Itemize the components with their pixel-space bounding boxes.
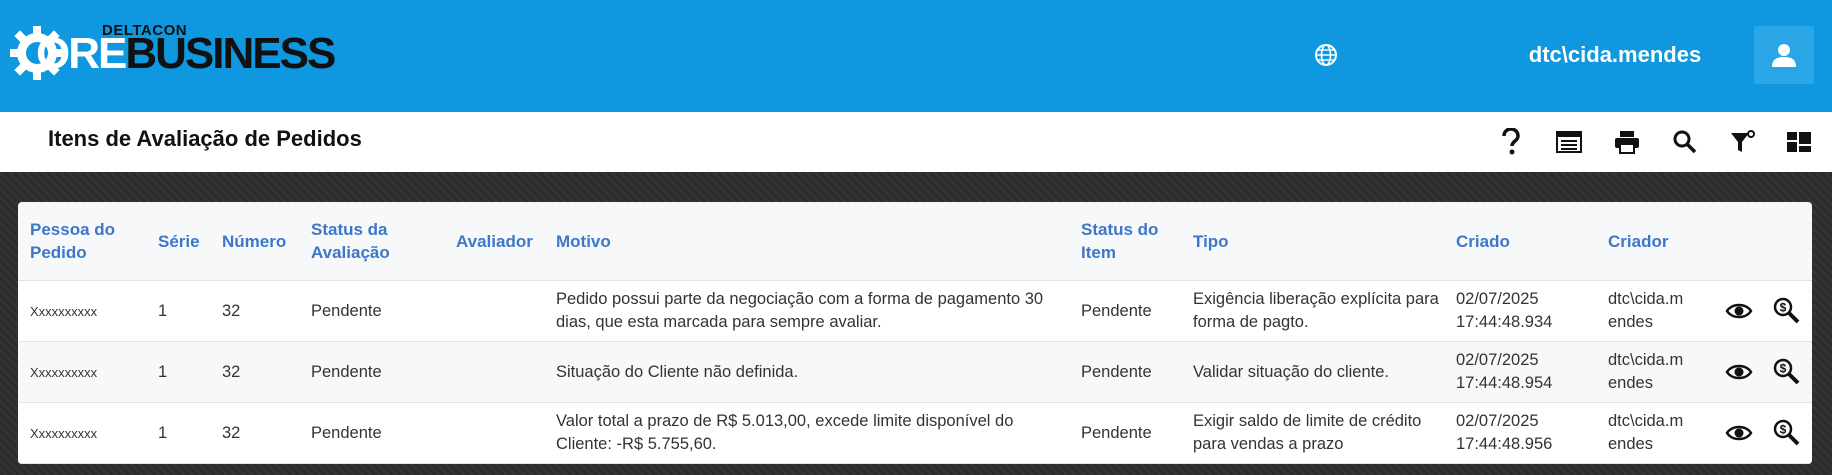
column-header-numero[interactable]: Número	[210, 202, 299, 281]
svg-text:$: $	[1779, 301, 1786, 315]
column-header-status-item[interactable]: Status do Item	[1069, 202, 1181, 281]
username-label[interactable]: dtc\cida.mendes	[1500, 40, 1730, 70]
cell-pessoa: Xxxxxxxxxx	[18, 341, 146, 403]
brand-logo[interactable]: DELTACON OREBUSINESS	[10, 18, 336, 88]
cell-motivo: Valor total a prazo de R$ 5.013,00, exce…	[544, 402, 1069, 464]
user-icon	[1772, 44, 1796, 67]
cell-status-avaliacao: Pendente	[299, 341, 444, 403]
print-icon	[1615, 131, 1639, 154]
user-menu-button[interactable]	[1754, 26, 1814, 84]
list-view-button[interactable]	[1552, 126, 1586, 158]
column-header-pessoa[interactable]: Pessoa do Pedido	[18, 202, 146, 281]
search-button[interactable]	[1668, 126, 1702, 158]
table-row[interactable]: Xxxxxxxxxx 1 32 Pendente Valor total a p…	[18, 402, 1812, 464]
cell-criador: dtc\cida.mendes	[1596, 402, 1712, 464]
top-bar: DELTACON OREBUSINESS dtc\cida.mendes	[0, 0, 1832, 112]
cell-pessoa: Xxxxxxxxxx	[18, 402, 146, 464]
filter-button[interactable]	[1726, 126, 1760, 158]
cell-serie: 1	[146, 341, 210, 403]
cell-serie: 1	[146, 280, 210, 342]
help-button[interactable]	[1494, 126, 1528, 158]
brand-name-dark: BUSINESS	[125, 29, 336, 78]
cell-status-avaliacao: Pendente	[299, 402, 444, 464]
evaluation-items-table: Pessoa do Pedido Série Número Status da …	[18, 202, 1812, 464]
column-header-actions	[1712, 202, 1812, 281]
cell-numero: 32	[210, 402, 299, 464]
cell-tipo: Exigência liberação explícita para forma…	[1181, 280, 1444, 342]
cell-status-item: Pendente	[1069, 402, 1181, 464]
cell-criador: dtc\cida.mendes	[1596, 341, 1712, 403]
cell-criado: 02/07/2025 17:44:48.956	[1444, 402, 1596, 464]
cell-avaliador	[444, 402, 544, 464]
help-icon	[1502, 128, 1520, 155]
cell-avaliador	[444, 280, 544, 342]
page-title: Itens de Avaliação de Pedidos	[48, 126, 362, 151]
print-button[interactable]	[1610, 126, 1644, 158]
cell-pessoa: Xxxxxxxxxx	[18, 280, 146, 342]
svg-text:$: $	[1779, 362, 1786, 376]
column-header-status-avaliacao[interactable]: Status da Avaliação	[299, 202, 444, 281]
cell-status-item: Pendente	[1069, 280, 1181, 342]
column-header-criado[interactable]: Criado	[1444, 202, 1596, 281]
cell-criador: dtc\cida.mendes	[1596, 280, 1712, 342]
cell-status-avaliacao: Pendente	[299, 280, 444, 342]
search-icon	[1673, 130, 1697, 154]
list-view-icon	[1556, 131, 1582, 153]
cell-criado: 02/07/2025 17:44:48.934	[1444, 280, 1596, 342]
cell-criado: 02/07/2025 17:44:48.954	[1444, 341, 1596, 403]
cell-serie: 1	[146, 402, 210, 464]
cell-avaliador	[444, 341, 544, 403]
cell-actions: $	[1712, 402, 1812, 464]
cell-motivo: Situação do Cliente não definida.	[544, 341, 1069, 403]
financial-search-icon[interactable]: $	[1771, 418, 1801, 448]
evaluation-items-table-card: Pessoa do Pedido Série Número Status da …	[18, 202, 1812, 464]
column-header-avaliador[interactable]: Avaliador	[444, 202, 544, 281]
table-header-row: Pessoa do Pedido Série Número Status da …	[18, 202, 1812, 281]
filter-icon	[1731, 130, 1755, 152]
cell-numero: 32	[210, 280, 299, 342]
cell-status-item: Pendente	[1069, 341, 1181, 403]
column-header-serie[interactable]: Série	[146, 202, 210, 281]
eye-icon[interactable]	[1724, 418, 1754, 448]
eye-icon[interactable]	[1724, 296, 1754, 326]
brand-name: OREBUSINESS	[36, 29, 336, 78]
cell-tipo: Validar situação do cliente.	[1181, 341, 1444, 403]
financial-search-icon[interactable]: $	[1771, 357, 1801, 387]
table-row[interactable]: Xxxxxxxxxx 1 32 Pendente Situação do Cli…	[18, 341, 1812, 403]
column-header-tipo[interactable]: Tipo	[1181, 202, 1444, 281]
column-header-criador[interactable]: Criador	[1596, 202, 1712, 281]
globe-icon[interactable]	[1314, 43, 1338, 67]
svg-text:$: $	[1779, 423, 1786, 437]
cell-actions: $	[1712, 280, 1812, 342]
layout-icon	[1787, 132, 1811, 152]
cell-numero: 32	[210, 341, 299, 403]
eye-icon[interactable]	[1724, 357, 1754, 387]
table-row[interactable]: Xxxxxxxxxx 1 32 Pendente Pedido possui p…	[18, 280, 1812, 342]
column-header-motivo[interactable]: Motivo	[544, 202, 1069, 281]
cell-tipo: Exigir saldo de limite de crédito para v…	[1181, 402, 1444, 464]
cell-actions: $	[1712, 341, 1812, 403]
cell-motivo: Pedido possui parte da negociação com a …	[544, 280, 1069, 342]
page-header: Itens de Avaliação de Pedidos	[0, 112, 1832, 172]
layout-button[interactable]	[1782, 126, 1816, 158]
brand-name-white: ORE	[36, 29, 127, 78]
financial-search-icon[interactable]: $	[1771, 296, 1801, 326]
